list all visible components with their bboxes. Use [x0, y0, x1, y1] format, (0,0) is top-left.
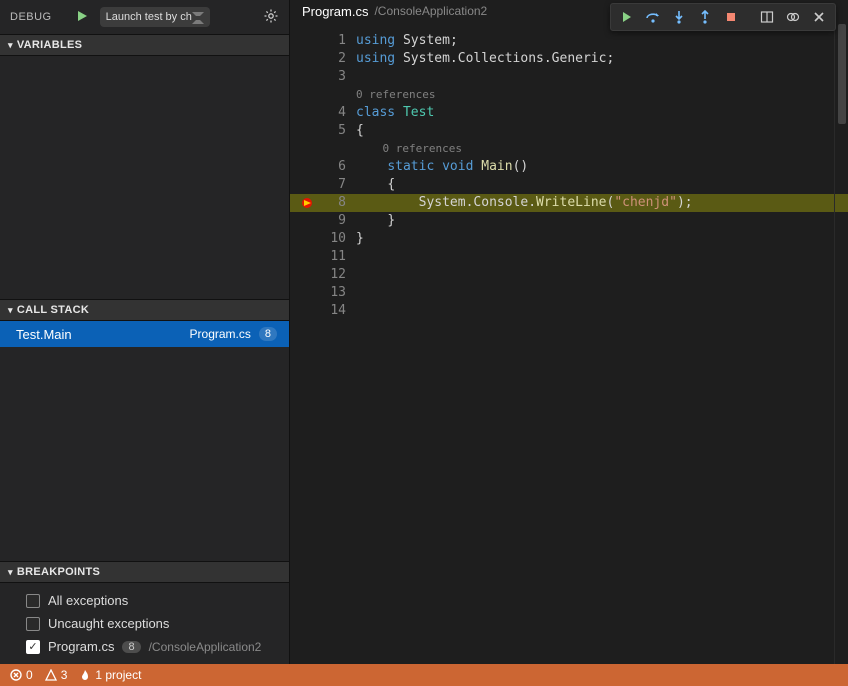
warning-icon	[45, 669, 57, 681]
line-number: 14	[320, 302, 356, 320]
status-projects-label: 1 project	[95, 668, 141, 682]
codelens-references[interactable]: 0 references	[356, 86, 848, 104]
callstack-title: CALL STACK	[17, 304, 89, 316]
callstack-frame: Test.Main	[16, 327, 190, 342]
breakpoint-line-badge: 8	[122, 641, 140, 653]
status-error-count: 0	[26, 668, 33, 682]
breakpoint-label: All exceptions	[48, 593, 128, 608]
debug-header: DEBUG Launch test by ch	[0, 0, 289, 34]
callstack-line: 8	[259, 327, 277, 341]
chevron-down-icon: ▾	[8, 41, 13, 50]
line-number: 7	[320, 176, 356, 194]
breakpoint-path: /ConsoleApplication2	[149, 640, 262, 654]
step-into-button[interactable]	[667, 5, 691, 29]
debug-title: DEBUG	[10, 11, 52, 23]
callstack-body: Test.Main Program.cs 8	[0, 321, 289, 561]
status-projects[interactable]: 1 project	[79, 668, 141, 682]
close-button[interactable]	[807, 5, 831, 29]
variables-title: VARIABLES	[17, 39, 82, 51]
gear-icon[interactable]	[263, 8, 279, 27]
line-number: 9	[320, 212, 356, 230]
line-number: 4	[320, 104, 356, 122]
line-number: 11	[320, 248, 356, 266]
layout-icon[interactable]	[755, 5, 779, 29]
checkbox-unchecked-icon[interactable]	[26, 617, 40, 631]
start-debug-icon[interactable]	[76, 10, 88, 25]
status-warning-count: 3	[61, 668, 68, 682]
debug-sidebar: DEBUG Launch test by ch ▾ VA	[0, 0, 290, 664]
breakpoints-header[interactable]: ▾ BREAKPOINTS	[0, 561, 289, 583]
chevron-down-icon: ▾	[8, 306, 13, 315]
editor-area: Program.cs /ConsoleApplication2 1 using …	[290, 0, 848, 664]
codelens-references[interactable]: 0 references	[383, 142, 462, 155]
line-number: 2	[320, 50, 356, 68]
code-editor[interactable]: 1 using System; 2 using System.Collectio…	[290, 22, 848, 664]
status-bar: 0 3 1 project	[0, 664, 848, 686]
breakpoint-all-exceptions[interactable]: All exceptions	[0, 589, 289, 612]
callstack-row[interactable]: Test.Main Program.cs 8	[0, 321, 289, 347]
line-number: 13	[320, 284, 356, 302]
flame-icon	[79, 669, 91, 681]
breakpoint-uncaught-exceptions[interactable]: Uncaught exceptions	[0, 612, 289, 635]
launch-config-select[interactable]: Launch test by ch	[100, 7, 210, 27]
stop-button[interactable]	[719, 5, 743, 29]
line-number: 12	[320, 266, 356, 284]
variables-body	[0, 56, 289, 299]
editor-tab-filename[interactable]: Program.cs	[302, 4, 368, 19]
line-number: 6	[320, 158, 356, 176]
status-errors[interactable]: 0	[10, 668, 33, 682]
variables-header[interactable]: ▾ VARIABLES	[0, 34, 289, 56]
debug-toolbar[interactable]	[610, 3, 836, 31]
checkbox-checked-icon[interactable]: ✓	[26, 640, 40, 654]
breakpoints-body: All exceptions Uncaught exceptions ✓ Pro…	[0, 583, 289, 664]
line-number: 3	[320, 68, 356, 86]
launch-config-label: Launch test by ch	[106, 11, 192, 23]
overview-ruler[interactable]	[834, 22, 848, 664]
callstack-header[interactable]: ▾ CALL STACK	[0, 299, 289, 321]
chevron-down-icon: ▾	[8, 568, 13, 577]
debug-console-icon[interactable]	[781, 5, 805, 29]
breakpoints-title: BREAKPOINTS	[17, 566, 100, 578]
error-icon	[10, 669, 22, 681]
scrollbar-thumb[interactable]	[838, 24, 846, 124]
line-number: 5	[320, 122, 356, 140]
continue-button[interactable]	[615, 5, 639, 29]
breakpoint-label: Uncaught exceptions	[48, 616, 169, 631]
line-number: 1	[320, 32, 356, 50]
checkbox-unchecked-icon[interactable]	[26, 594, 40, 608]
status-warnings[interactable]: 3	[45, 668, 68, 682]
breakpoint-file[interactable]: ✓ Program.cs 8 /ConsoleApplication2	[0, 635, 289, 658]
line-number: 8	[320, 194, 356, 212]
step-over-button[interactable]	[641, 5, 665, 29]
editor-tab-path: /ConsoleApplication2	[374, 4, 487, 18]
line-number: 10	[320, 230, 356, 248]
callstack-file: Program.cs	[190, 327, 251, 341]
step-out-button[interactable]	[693, 5, 717, 29]
breakpoint-file-label: Program.cs	[48, 639, 114, 654]
